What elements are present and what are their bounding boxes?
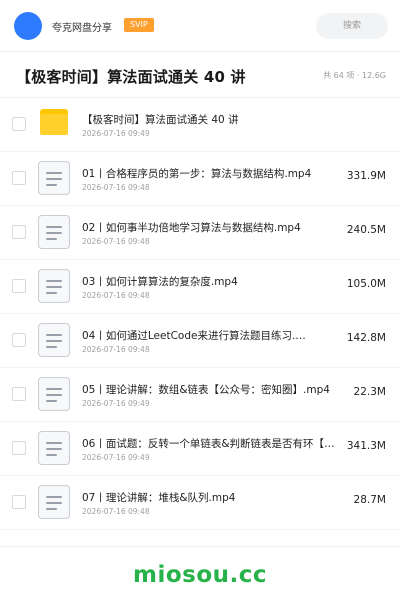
list-item[interactable]: 06丨面试题：反转一个单链表&判断链表是否有环【公… 2026-07-16 09… (0, 422, 400, 476)
file-name: 06丨面试题：反转一个单链表&判断链表是否有环【公… (82, 438, 342, 450)
file-size: 240.5M (346, 224, 386, 236)
video-file-icon (38, 323, 70, 357)
file-size: 331.9M (346, 170, 386, 182)
file-name: 【极客时间】算法面试通关 40 讲 (82, 114, 239, 126)
checkbox[interactable] (12, 387, 26, 401)
checkbox[interactable] (12, 333, 26, 347)
search-input[interactable]: 搜索 (316, 13, 388, 39)
checkbox[interactable] (12, 225, 26, 239)
file-name: 07丨理论讲解：堆栈&队列.mp4 (82, 492, 236, 504)
list-item[interactable]: 05丨理论讲解：数组&链表【公众号：密知圈】.mp4 2026-07-16 09… (0, 368, 400, 422)
file-date: 2026-07-16 09:48 (82, 345, 150, 354)
checkbox[interactable] (12, 117, 26, 131)
file-name: 04丨如何通过LeetCode来进行算法题目练习.… (82, 330, 306, 342)
file-date: 2026-07-16 09:48 (82, 237, 150, 246)
share-label: 夸克网盘分享 (52, 23, 112, 34)
file-name: 03丨如何计算算法的复杂度.mp4 (82, 276, 238, 288)
file-date: 2026-07-16 09:49 (82, 453, 150, 462)
title-row: 【极客时间】算法面试通关 40 讲 共 64 项 · 12.6G (0, 52, 400, 98)
file-size: 105.0M (346, 278, 386, 290)
list-item[interactable]: 01丨合格程序员的第一步：算法与数据结构.mp4 2026-07-16 09:4… (0, 152, 400, 206)
video-file-icon (38, 161, 70, 195)
checkbox[interactable] (12, 441, 26, 455)
list-item[interactable]: 02丨如何事半功倍地学习算法与数据结构.mp4 2026-07-16 09:48… (0, 206, 400, 260)
video-file-icon (38, 215, 70, 249)
folder-icon (38, 107, 70, 141)
top-bar: 夸克网盘分享 SVIP 搜索 (0, 0, 400, 52)
file-size: 341.3M (346, 440, 386, 452)
video-file-icon (38, 485, 70, 519)
video-file-icon (38, 269, 70, 303)
file-date: 2026-07-16 09:48 (82, 507, 150, 516)
file-date: 2026-07-16 09:48 (82, 183, 150, 192)
list-item[interactable]: 04丨如何通过LeetCode来进行算法题目练习.… 2026-07-16 09… (0, 314, 400, 368)
watermark-text: miosou.cc (132, 562, 268, 588)
file-date: 2026-07-16 09:49 (82, 129, 150, 138)
file-size: 22.3M (353, 386, 386, 398)
avatar[interactable] (14, 12, 42, 40)
file-size: 28.7M (353, 494, 386, 506)
file-name: 02丨如何事半功倍地学习算法与数据结构.mp4 (82, 222, 301, 234)
search-placeholder: 搜索 (342, 21, 361, 31)
list-item[interactable]: 【极客时间】算法面试通关 40 讲 2026-07-16 09:49 (0, 98, 400, 152)
divider (0, 546, 400, 547)
checkbox[interactable] (12, 279, 26, 293)
video-file-icon (38, 377, 70, 411)
item-count-info: 共 64 项 · 12.6G (323, 71, 386, 80)
file-name: 05丨理论讲解：数组&链表【公众号：密知圈】.mp4 (82, 384, 330, 396)
list-item[interactable]: 07丨理论讲解：堆栈&队列.mp4 2026-07-16 09:48 28.7M (0, 476, 400, 530)
file-list: 【极客时间】算法面试通关 40 讲 2026-07-16 09:49 01丨合格… (0, 98, 400, 530)
list-item[interactable]: 03丨如何计算算法的复杂度.mp4 2026-07-16 09:48 105.0… (0, 260, 400, 314)
file-date: 2026-07-16 09:48 (82, 291, 150, 300)
video-file-icon (38, 431, 70, 465)
checkbox[interactable] (12, 171, 26, 185)
file-name: 01丨合格程序员的第一步：算法与数据结构.mp4 (82, 168, 312, 180)
file-size: 142.8M (346, 332, 386, 344)
svip-badge: SVIP (124, 18, 154, 32)
file-date: 2026-07-16 09:49 (82, 399, 150, 408)
page-title: 【极客时间】算法面试通关 40 讲 (16, 68, 246, 86)
checkbox[interactable] (12, 495, 26, 509)
